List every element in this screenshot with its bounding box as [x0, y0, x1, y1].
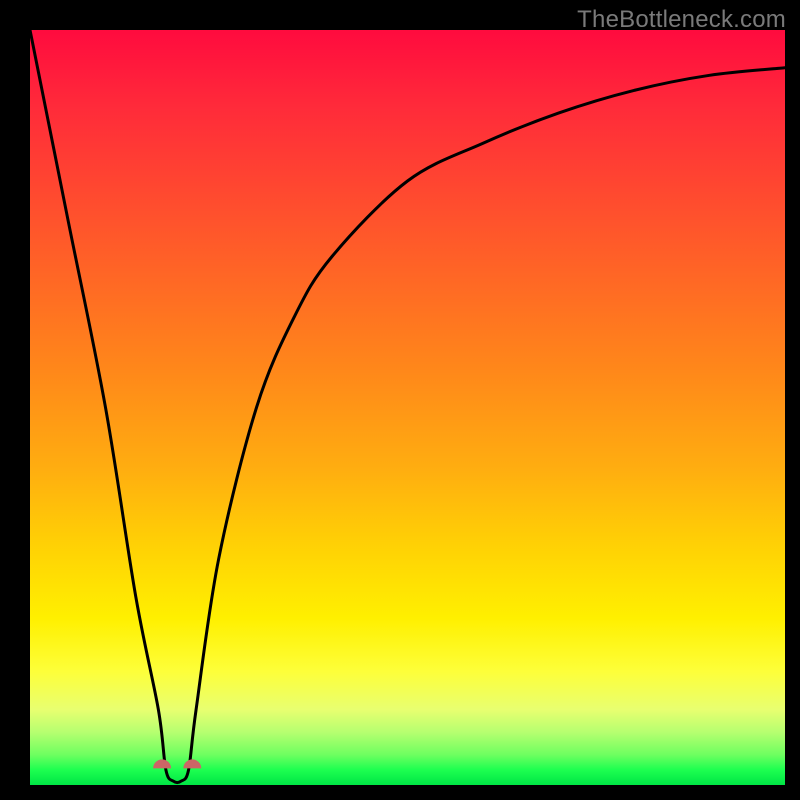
curve-marker-0: [153, 759, 171, 768]
bottleneck-curve: [30, 30, 785, 783]
bottleneck-curve-path: [30, 30, 785, 783]
curve-marker-1: [183, 759, 201, 768]
chart-stage: TheBottleneck.com: [0, 0, 800, 800]
curve-svg: [30, 30, 785, 785]
curve-markers: [153, 759, 201, 768]
plot-area: [30, 30, 785, 785]
